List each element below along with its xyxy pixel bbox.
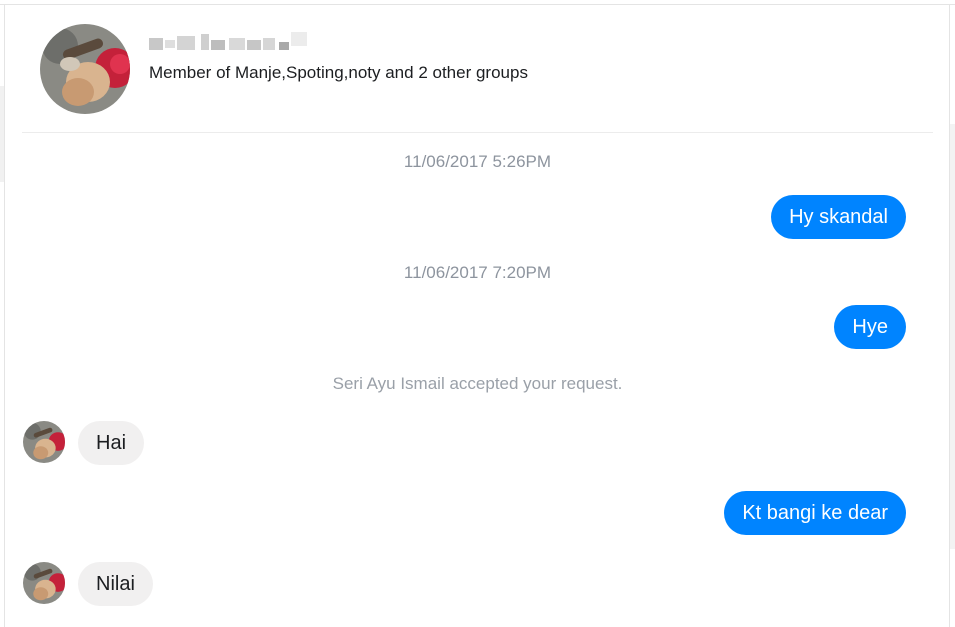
avatar-photo-icon bbox=[23, 562, 65, 604]
outgoing-message-bubble[interactable]: Kt bangi ke dear bbox=[724, 491, 906, 535]
contact-name-redacted bbox=[149, 32, 307, 50]
scrollbar-track[interactable] bbox=[950, 124, 955, 549]
avatar-photo-icon bbox=[40, 24, 130, 114]
avatar-photo-icon bbox=[23, 421, 65, 463]
message-timestamp: 11/06/2017 7:20PM bbox=[403, 263, 552, 282]
outgoing-message-bubble[interactable]: Hye bbox=[834, 305, 906, 349]
contact-avatar[interactable] bbox=[40, 24, 130, 114]
sender-avatar[interactable] bbox=[23, 421, 65, 463]
contact-groups-subtitle: Member of Manje,Spoting,noty and 2 other… bbox=[149, 63, 528, 82]
frame-top-border bbox=[0, 4, 955, 5]
conversation-header: Member of Manje,Spoting,noty and 2 other… bbox=[22, 6, 933, 133]
sender-avatar[interactable] bbox=[23, 562, 65, 604]
incoming-message-bubble[interactable]: Nilai bbox=[78, 562, 153, 606]
outgoing-message-bubble[interactable]: Hy skandal bbox=[771, 195, 906, 239]
incoming-message-bubble[interactable]: Hai bbox=[78, 421, 145, 465]
system-message: Seri Ayu Ismail accepted your request. bbox=[332, 374, 623, 393]
frame-left-border bbox=[4, 4, 5, 627]
message-timestamp: 11/06/2017 5:26PM bbox=[403, 152, 552, 171]
